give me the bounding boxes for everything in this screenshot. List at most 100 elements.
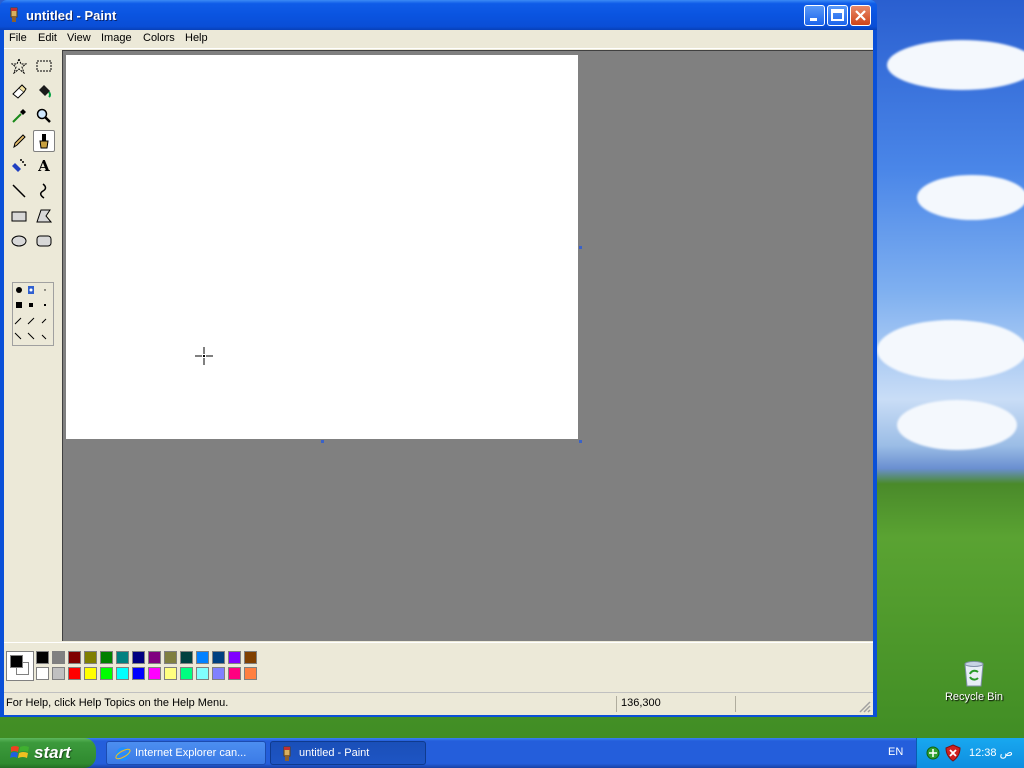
language-indicator[interactable]: EN	[888, 746, 903, 758]
rectangle-tool[interactable]	[8, 205, 30, 227]
pick-color-tool[interactable]	[8, 105, 30, 127]
palette-color-swatch[interactable]	[132, 667, 145, 680]
network-icon[interactable]	[925, 745, 941, 761]
eraser-tool[interactable]	[8, 80, 30, 102]
clock[interactable]: 12:38 ص	[969, 746, 1013, 759]
palette-color-swatch[interactable]	[116, 667, 129, 680]
crosshair-cursor-icon	[195, 347, 213, 365]
palette-color-swatch[interactable]	[196, 651, 209, 664]
fill-tool[interactable]	[33, 80, 55, 102]
palette-color-swatch[interactable]	[196, 667, 209, 680]
resize-grip-icon[interactable]	[857, 699, 871, 713]
menu-bar: File Edit View Image Colors Help	[4, 30, 873, 49]
ellipse-tool[interactable]	[8, 230, 30, 252]
resize-handle-corner[interactable]	[579, 440, 582, 443]
palette-color-swatch[interactable]	[228, 651, 241, 664]
menu-file[interactable]: File	[9, 32, 27, 44]
palette-color-swatch[interactable]	[52, 667, 65, 680]
palette-color-swatch[interactable]	[148, 651, 161, 664]
drawing-canvas[interactable]	[66, 55, 578, 439]
pencil-tool[interactable]	[8, 130, 30, 152]
minimize-icon	[810, 18, 817, 21]
close-button[interactable]	[850, 5, 871, 26]
palette-color-swatch[interactable]	[244, 667, 257, 680]
brush-options-box	[12, 282, 54, 346]
curve-icon	[40, 183, 47, 199]
palette-color-swatch[interactable]	[164, 651, 177, 664]
palette-color-swatch[interactable]	[68, 667, 81, 680]
rounded-rectangle-tool[interactable]	[33, 230, 55, 252]
window-client-area: File Edit View Image Colors Help A For H…	[4, 30, 873, 715]
palette-color-swatch[interactable]	[36, 667, 49, 680]
paint-window: untitled - Paint File Edit View Image Co…	[0, 0, 877, 717]
menu-help[interactable]: Help	[185, 32, 208, 44]
palette-color-swatch[interactable]	[100, 651, 113, 664]
polygon-tool[interactable]	[33, 205, 55, 227]
ellipse-icon	[11, 235, 27, 247]
paint-bucket-icon	[39, 85, 51, 98]
palette-color-swatch[interactable]	[116, 651, 129, 664]
taskbar-item-label: untitled - Paint	[299, 747, 370, 759]
palette-color-swatch[interactable]	[36, 651, 49, 664]
palette-color-swatch[interactable]	[100, 667, 113, 680]
palette-color-swatch[interactable]	[228, 667, 241, 680]
taskbar-item-paint[interactable]: untitled - Paint	[270, 741, 426, 765]
magnifier-tool[interactable]	[33, 105, 55, 127]
canvas-scroll-area[interactable]	[62, 50, 873, 641]
rounded-rectangle-icon	[36, 235, 52, 247]
desktop-background	[877, 0, 1024, 738]
curve-tool[interactable]	[33, 180, 55, 202]
palette-color-swatch[interactable]	[148, 667, 161, 680]
current-colors[interactable]	[6, 651, 34, 681]
palette-color-swatch[interactable]	[164, 667, 177, 680]
palette-color-swatch[interactable]	[84, 651, 97, 664]
palette-color-swatch[interactable]	[132, 651, 145, 664]
select-tool[interactable]	[33, 55, 55, 77]
menu-image[interactable]: Image	[101, 32, 132, 44]
resize-handle-right[interactable]	[579, 246, 582, 249]
status-coordinates-cell: 136,300	[616, 696, 735, 712]
paint-app-icon	[10, 7, 18, 22]
menu-edit[interactable]: Edit	[38, 32, 57, 44]
brush-tool[interactable]	[33, 130, 55, 152]
security-shield-icon[interactable]	[945, 744, 961, 762]
taskbar: start Internet Explorer can... untitled …	[0, 738, 1024, 768]
text-tool[interactable]: A	[33, 155, 55, 177]
line-tool[interactable]	[8, 180, 30, 202]
polygon-icon	[36, 209, 52, 223]
paint-app-icon	[283, 746, 291, 761]
status-help-text: For Help, click Help Topics on the Help …	[6, 697, 229, 709]
recycle-bin-shortcut[interactable]: Recycle Bin	[944, 656, 1004, 703]
status-size-cell	[735, 696, 854, 712]
menu-colors[interactable]: Colors	[143, 32, 175, 44]
palette-color-swatch[interactable]	[180, 651, 193, 664]
menu-view[interactable]: View	[67, 32, 91, 44]
recycle-bin-label: Recycle Bin	[944, 691, 1004, 703]
toolbox: A	[6, 52, 60, 638]
brush-shape-options[interactable]	[13, 283, 53, 345]
line-icon	[12, 184, 26, 198]
palette-color-swatch[interactable]	[244, 651, 257, 664]
resize-handle-bottom[interactable]	[321, 440, 324, 443]
palette-color-swatch[interactable]	[180, 667, 193, 680]
airbrush-tool[interactable]	[8, 155, 30, 177]
start-button[interactable]: start	[0, 738, 96, 768]
palette-color-swatch[interactable]	[52, 651, 65, 664]
maximize-button[interactable]	[827, 5, 848, 26]
palette-color-swatch[interactable]	[212, 667, 225, 680]
eyedropper-icon	[12, 109, 26, 123]
foreground-color-swatch	[10, 655, 23, 668]
minimize-button[interactable]	[804, 5, 825, 26]
taskbar-item-internet-explorer[interactable]: Internet Explorer can...	[106, 741, 266, 765]
free-form-select-tool[interactable]	[8, 55, 30, 77]
system-tray: 12:38 ص	[916, 738, 1024, 768]
title-bar[interactable]: untitled - Paint	[0, 0, 877, 30]
close-icon	[855, 10, 866, 21]
recycle-bin-icon	[964, 661, 984, 687]
pencil-icon	[13, 134, 26, 149]
palette-color-swatch[interactable]	[68, 651, 81, 664]
palette-color-swatch[interactable]	[84, 667, 97, 680]
color-palette	[4, 642, 873, 689]
palette-color-swatch[interactable]	[212, 651, 225, 664]
taskbar-item-label: Internet Explorer can...	[135, 747, 247, 759]
